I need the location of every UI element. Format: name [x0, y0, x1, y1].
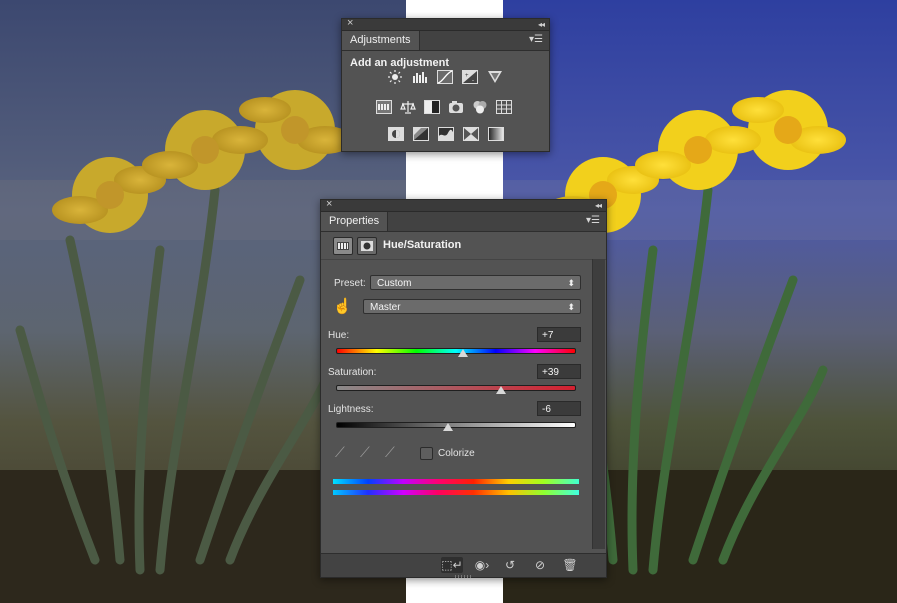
hue-slider[interactable] — [336, 348, 576, 354]
eyedropper-subtract-icon[interactable]: ⟋ — [385, 444, 395, 461]
saturation-slider[interactable] — [336, 385, 576, 391]
adjustments-panel: × ◂◂ Adjustments ▾☰ Add an adjustment + - — [341, 17, 550, 152]
black-white-icon[interactable] — [424, 100, 440, 114]
colorize-checkbox[interactable] — [420, 447, 433, 460]
output-color-bar — [333, 490, 579, 495]
photo-filter-icon[interactable] — [448, 100, 464, 114]
chevron-updown-icon: ⬍ — [567, 278, 575, 288]
tab-properties[interactable]: Properties — [321, 212, 389, 231]
vibrance-icon[interactable] — [487, 70, 503, 84]
lightness-input[interactable]: -6 — [537, 401, 581, 416]
levels-icon[interactable] — [412, 70, 428, 84]
preset-dropdown[interactable]: Custom ⬍ — [370, 275, 581, 290]
colorize-label: Colorize — [438, 448, 475, 459]
adjustments-heading: Add an adjustment — [350, 57, 450, 69]
input-color-bar — [333, 479, 579, 484]
collapse-icon[interactable]: ◂◂ — [538, 18, 545, 31]
curves-icon[interactable] — [437, 70, 453, 84]
preset-label: Preset: — [334, 278, 366, 289]
lightness-label: Lightness: — [328, 404, 374, 415]
properties-header: Hue/Saturation — [321, 232, 606, 260]
mask-button[interactable] — [357, 237, 377, 255]
invert-icon[interactable] — [388, 127, 404, 141]
tab-adjustments[interactable]: Adjustments — [342, 31, 420, 50]
posterize-icon[interactable] — [413, 127, 429, 141]
clip-to-layer-icon[interactable]: ⬚↵ — [441, 557, 463, 573]
properties-scrollbar[interactable] — [592, 259, 605, 549]
hue-input[interactable]: +7 — [537, 327, 581, 342]
properties-title: Hue/Saturation — [383, 239, 462, 251]
view-previous-icon[interactable]: ◉› — [471, 557, 493, 573]
svg-text:-: - — [472, 78, 474, 84]
collapse-icon[interactable]: ◂◂ — [595, 199, 602, 212]
lightness-slider[interactable] — [336, 422, 576, 428]
eyedropper-icon[interactable]: ⟋ — [335, 444, 345, 461]
channel-mixer-icon[interactable] — [472, 100, 488, 114]
preset-value: Custom — [377, 278, 412, 289]
properties-panel: × ◂◂ Properties ▾☰ Hue/Saturation Preset… — [320, 198, 607, 578]
panel-titlebar: × ◂◂ — [342, 17, 549, 31]
selective-color-icon[interactable] — [463, 127, 479, 141]
hue-label: Hue: — [328, 330, 350, 341]
reset-icon[interactable]: ↺ — [499, 557, 521, 573]
channel-dropdown[interactable]: Master ⬍ — [363, 299, 581, 314]
saturation-input[interactable]: +39 — [537, 364, 581, 379]
gradient-map-icon[interactable] — [488, 127, 504, 141]
panel-menu-icon[interactable]: ▾☰ — [529, 34, 543, 45]
hue-slider-thumb[interactable] — [458, 349, 469, 357]
threshold-icon[interactable] — [438, 127, 454, 141]
hand-tool-icon[interactable]: ☝ — [333, 297, 352, 315]
chevron-updown-icon: ⬍ — [567, 302, 575, 312]
color-balance-icon[interactable] — [400, 100, 416, 114]
saturation-label: Saturation: — [328, 367, 377, 378]
properties-bottom-bar: ⬚↵ ◉› ↺ ⊘ 🗑 — [321, 553, 606, 578]
channel-value: Master — [370, 302, 401, 313]
resize-grip[interactable] — [455, 575, 473, 578]
svg-text:+: + — [465, 73, 469, 79]
hue-saturation-icon[interactable] — [376, 100, 392, 114]
saturation-slider-thumb[interactable] — [496, 386, 507, 394]
lightness-slider-thumb[interactable] — [442, 423, 453, 431]
adjustment-row-2 — [376, 100, 512, 114]
visibility-icon[interactable]: ⊘ — [529, 557, 551, 573]
adjustment-row-1: + - — [387, 70, 503, 84]
exposure-icon[interactable]: + - — [462, 70, 478, 84]
close-icon[interactable]: × — [326, 198, 332, 211]
trash-icon[interactable]: 🗑 — [559, 557, 581, 573]
eyedropper-add-icon[interactable]: ⟋ — [360, 444, 370, 461]
panel-tabbar: Adjustments ▾☰ — [342, 31, 549, 51]
close-icon[interactable]: × — [347, 17, 353, 30]
panel-titlebar: × ◂◂ — [321, 198, 606, 212]
adjustment-row-3 — [388, 127, 504, 141]
panel-tabbar: Properties ▾☰ — [321, 212, 606, 232]
panel-menu-icon[interactable]: ▾☰ — [586, 215, 600, 226]
brightness-contrast-icon[interactable] — [387, 70, 403, 84]
color-lookup-icon[interactable] — [496, 100, 512, 114]
adjustment-settings-button[interactable] — [333, 237, 353, 255]
